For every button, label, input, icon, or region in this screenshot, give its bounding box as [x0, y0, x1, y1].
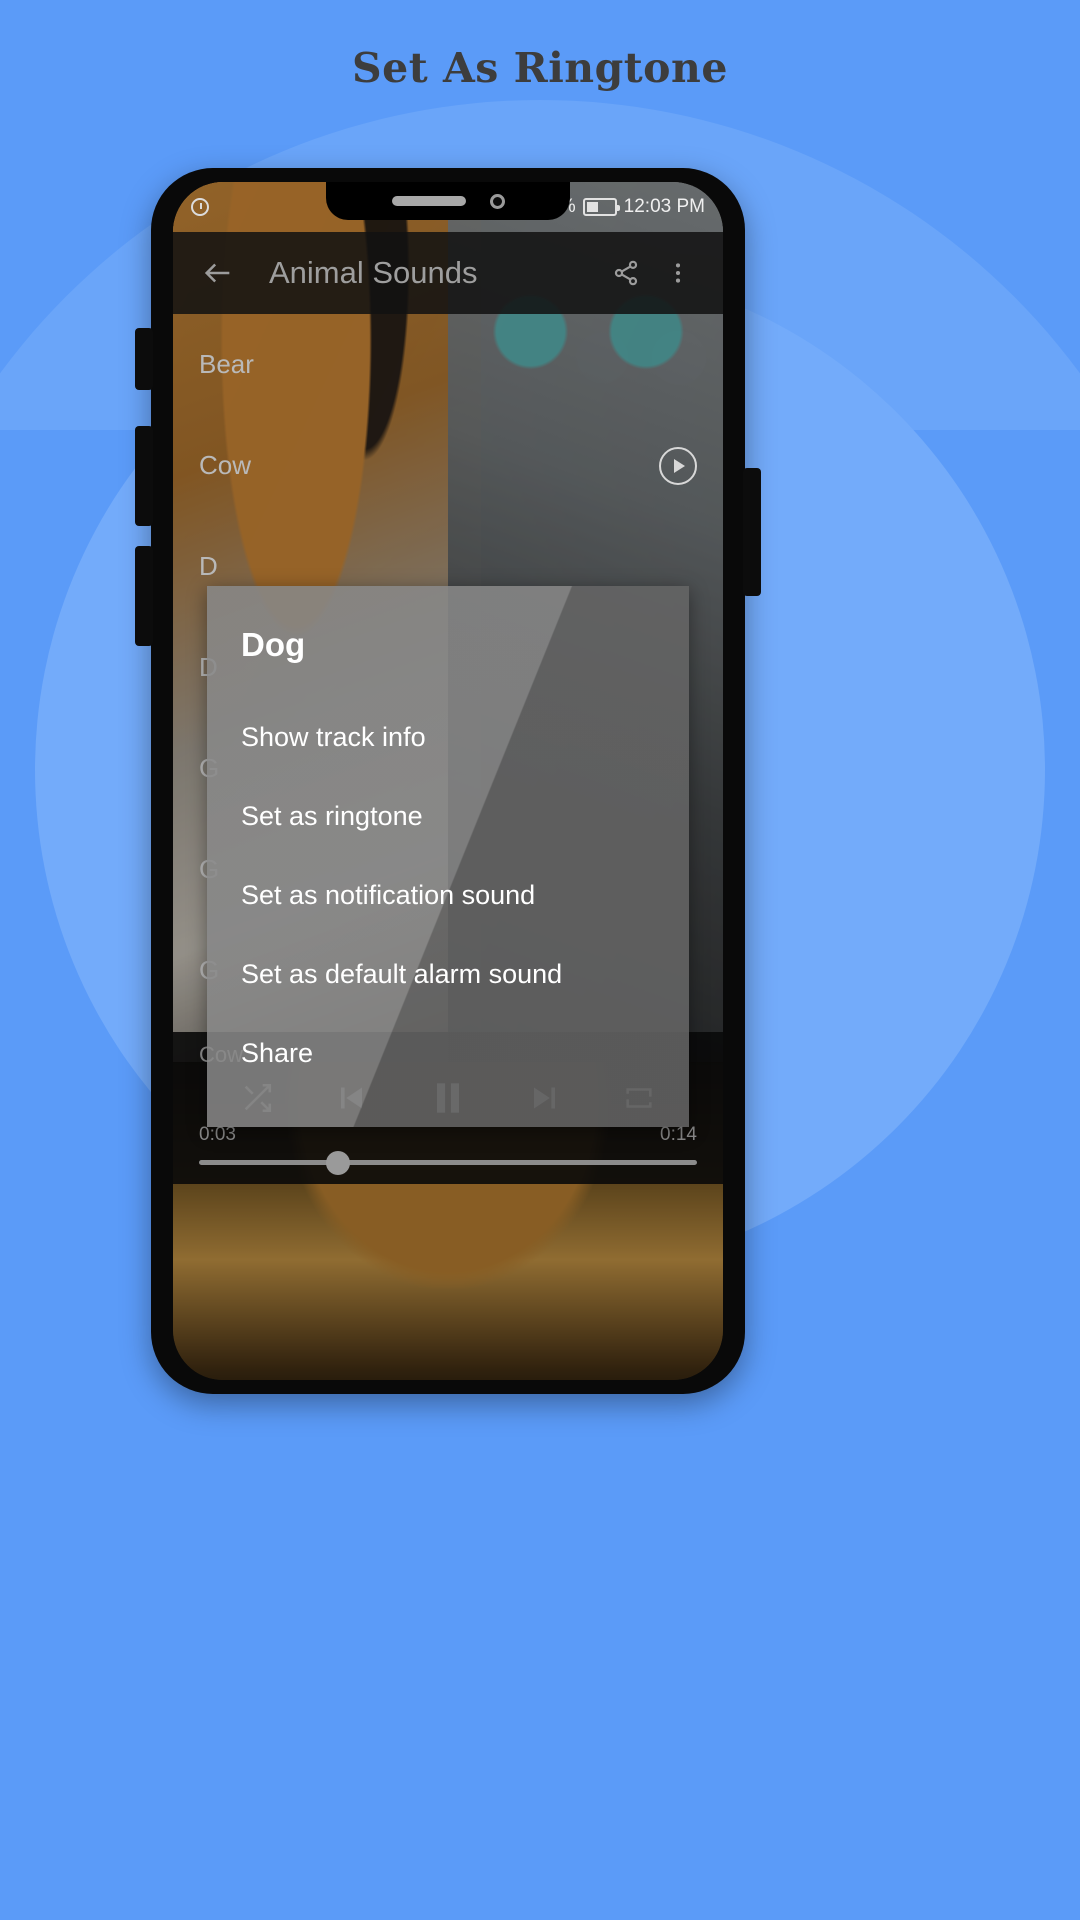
phone-power-button[interactable]	[743, 468, 761, 596]
phone-mute-switch[interactable]	[135, 328, 153, 390]
play-icon[interactable]	[659, 446, 697, 485]
context-dialog: Dog Show track info Set as ringtone Set …	[207, 586, 689, 1127]
status-bar-left	[191, 198, 209, 216]
phone-notch	[326, 182, 570, 220]
more-vertical-icon[interactable]	[655, 250, 701, 296]
phone-mockup: % 12:03 PM Animal Sounds	[135, 168, 761, 1394]
phone-volume-down-button[interactable]	[135, 546, 153, 646]
phone-volume-up-button[interactable]	[135, 426, 153, 526]
track-label: D	[199, 551, 218, 581]
app-screen: % 12:03 PM Animal Sounds	[173, 182, 723, 1380]
share-icon[interactable]	[603, 250, 649, 296]
earpiece-speaker-icon	[391, 196, 466, 206]
list-item[interactable]: Cow	[173, 415, 723, 516]
alarm-clock-icon	[191, 198, 209, 216]
menu-item-share[interactable]: Share	[207, 1014, 689, 1093]
app-toolbar: Animal Sounds	[173, 232, 723, 314]
menu-item-show-track-info[interactable]: Show track info	[207, 698, 689, 777]
seek-bar[interactable]	[199, 1150, 697, 1175]
battery-icon	[582, 198, 620, 216]
list-item[interactable]: Bear	[173, 314, 723, 415]
front-camera-icon	[489, 193, 505, 209]
dialog-title: Dog	[241, 626, 306, 663]
track-label: Bear	[199, 349, 254, 379]
page-title: Set As Ringtone	[352, 44, 728, 92]
menu-item-set-as-default-alarm-sound[interactable]: Set as default alarm sound	[207, 935, 689, 1014]
status-bar-right: % 12:03 PM	[559, 196, 705, 218]
arrow-left-icon[interactable]	[195, 250, 241, 296]
decorative-band-lower	[0, 1440, 1080, 1920]
elapsed-time: 0:03	[199, 1124, 236, 1145]
seek-thumb[interactable]	[326, 1150, 351, 1175]
menu-item-set-as-ringtone[interactable]: Set as ringtone	[207, 777, 689, 856]
toolbar-title: Animal Sounds	[269, 255, 478, 290]
phone-screen-frame: % 12:03 PM Animal Sounds	[173, 182, 723, 1380]
player-times: 0:03 0:14	[199, 1124, 697, 1146]
menu-item-set-as-notification-sound[interactable]: Set as notification sound	[207, 856, 689, 935]
track-label: Cow	[199, 450, 252, 480]
duration-time: 0:14	[660, 1124, 697, 1145]
status-bar-clock: 12:03 PM	[623, 196, 705, 217]
